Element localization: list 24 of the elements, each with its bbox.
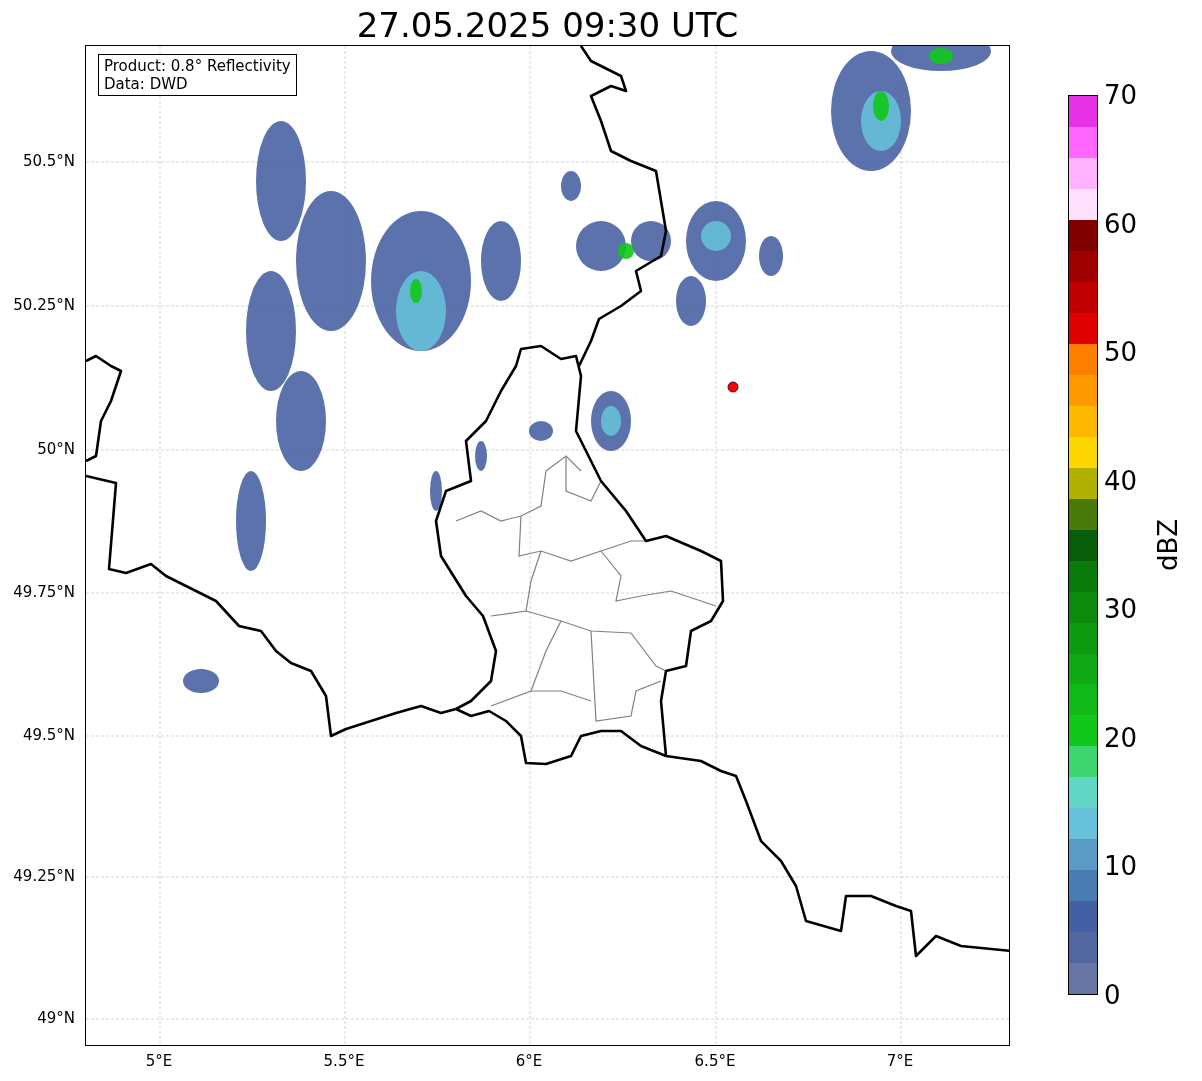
colorbar-tick-label: 70 <box>1104 80 1138 110</box>
y-tick-label: 49°N <box>37 1009 75 1027</box>
x-tick-label: 6.5°E <box>694 1052 736 1070</box>
y-tick-label: 50.5°N <box>22 152 75 170</box>
x-tick-label: 6°E <box>515 1052 543 1070</box>
chart-title: 27.05.2025 09:30 UTC <box>356 5 739 45</box>
colorbar-tick-label: 20 <box>1104 722 1138 753</box>
colorbar-tick-label: 10 <box>1104 851 1138 882</box>
y-tick-label: 49.5°N <box>22 726 75 744</box>
y-tick-label: 50.25°N <box>13 296 75 314</box>
legend-text: Data: DWD <box>104 75 189 93</box>
y-tick-label: 49.25°N <box>13 867 75 885</box>
colorbar-label: dBZ <box>1153 518 1184 572</box>
y-tick-label: 50°N <box>37 440 75 458</box>
colorbar-tick-label: 50 <box>1104 337 1138 368</box>
colorbar-tick-label: 30 <box>1104 594 1138 625</box>
x-tick-label: 5.5°E <box>323 1052 365 1070</box>
colorbar-tick-label: 0 <box>1104 980 1121 1010</box>
colorbar-tick-label: 40 <box>1104 465 1138 496</box>
legend-text: Product: 0.8° Reflectivity <box>104 57 291 75</box>
colorbar-tick-label: 60 <box>1104 208 1138 239</box>
y-tick-label: 49.75°N <box>13 583 75 601</box>
x-tick-label: 5°E <box>145 1052 173 1070</box>
x-tick-label: 7°E <box>886 1052 914 1070</box>
